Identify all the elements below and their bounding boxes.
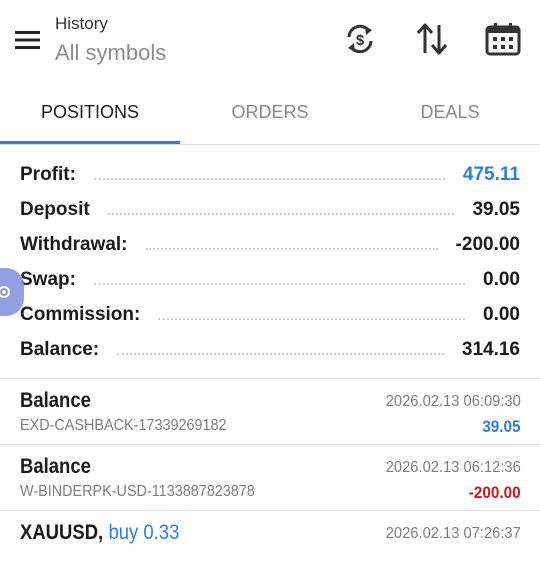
summary-row-profit: Profit: 475.11 — [0, 157, 540, 192]
summary-row-swap: Swap: 0.00 — [0, 262, 540, 297]
commission-value: 0.00 — [483, 303, 520, 325]
deal-amount: 39.05 — [482, 417, 521, 436]
summary-row-deposit: Deposit 39.05 — [0, 192, 540, 227]
summary-row-withdrawal: Withdrawal: -200.00 — [0, 227, 540, 262]
menu-icon[interactable] — [14, 28, 42, 52]
tab-positions[interactable]: POSITIONS — [0, 88, 180, 144]
summary-label: Profit: — [20, 163, 76, 185]
symbol-filter[interactable]: All symbols — [55, 40, 166, 66]
dotted-leader — [158, 317, 466, 320]
deal-time: 2026.02.13 07:26:37 — [385, 525, 521, 542]
swap-value: 0.00 — [483, 268, 520, 290]
list-item[interactable]: XAUUSD, buy 0.33 2026.02.13 07:26:37 — [0, 511, 540, 577]
deal-comment: W-BINDERPK-USD-1133887823878 — [20, 483, 255, 500]
dotted-leader — [117, 352, 444, 355]
sort-icon[interactable] — [413, 20, 451, 58]
list-item[interactable]: Balance W-BINDERPK-USD-1133887823878 202… — [0, 445, 540, 511]
svg-text:$: $ — [356, 32, 365, 49]
withdrawal-value: -200.00 — [455, 233, 520, 255]
deal-side: buy 0.33 — [108, 521, 180, 544]
deal-title: XAUUSD, buy 0.33 — [20, 521, 179, 545]
deal-comment: EXD-CASHBACK-17339269182 — [20, 417, 227, 434]
eye-icon — [0, 286, 10, 298]
page-title: History — [55, 14, 108, 33]
summary-label: Deposit — [20, 198, 90, 220]
history-summary: Profit: 475.11 Deposit 39.05 Withdrawal:… — [0, 157, 540, 367]
deal-amount: -200.00 — [469, 483, 521, 502]
deal-title: Balance — [20, 389, 91, 412]
deal-time: 2026.02.13 06:12:36 — [385, 459, 521, 476]
deal-symbol: XAUUSD, — [20, 521, 104, 544]
tab-deals[interactable]: DEALS — [360, 88, 540, 144]
summary-label: Swap: — [20, 268, 76, 290]
app-header: History All symbols $ — [0, 0, 540, 80]
tab-divider — [0, 144, 540, 145]
calendar-icon[interactable] — [484, 20, 522, 58]
floating-side-tab[interactable] — [0, 268, 24, 316]
deal-title: Balance — [20, 455, 91, 478]
dotted-leader — [107, 212, 455, 215]
profit-value: 475.11 — [462, 163, 520, 185]
summary-row-balance: Balance: 314.16 — [0, 332, 540, 367]
summary-label: Commission: — [20, 303, 141, 325]
dotted-leader — [93, 282, 466, 285]
dotted-leader — [145, 247, 438, 250]
summary-label: Withdrawal: — [20, 233, 128, 255]
summary-label: Balance: — [20, 338, 100, 360]
summary-row-commission: Commission: 0.00 — [0, 297, 540, 332]
deal-time: 2026.02.13 06:09:30 — [385, 393, 521, 410]
tab-orders[interactable]: ORDERS — [180, 88, 360, 144]
sync-currency-icon[interactable]: $ — [341, 20, 379, 58]
tab-bar: POSITIONS ORDERS DEALS — [0, 88, 540, 145]
deposit-value: 39.05 — [472, 198, 520, 220]
dotted-leader — [93, 177, 445, 180]
list-item[interactable]: Balance EXD-CASHBACK-17339269182 2026.02… — [0, 379, 540, 445]
balance-value: 314.16 — [461, 338, 520, 360]
